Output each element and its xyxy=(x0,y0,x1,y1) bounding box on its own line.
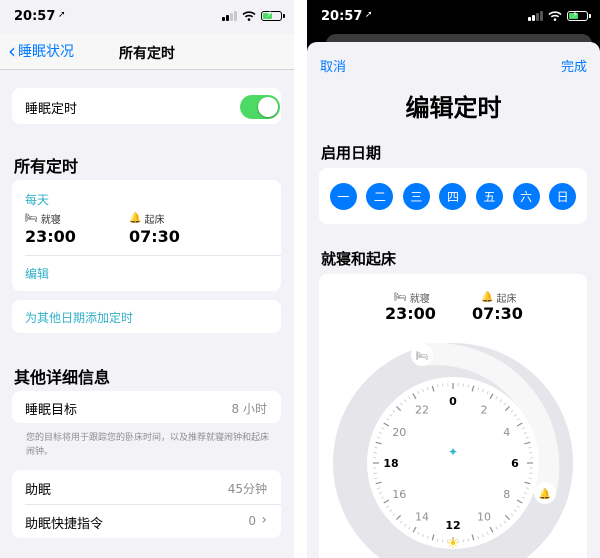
schedule-repeat: 每天 xyxy=(25,193,50,207)
schedule-card: 每天 🛏 就寝 23:00 🔔 起床 07:30 编辑 xyxy=(12,180,281,291)
active-days-heading: 启用日期 xyxy=(321,144,382,162)
signal-icon xyxy=(222,11,237,21)
sleep-goal-row[interactable]: 睡眠目标 8 小时 xyxy=(12,391,281,423)
wake-label: 起床 xyxy=(144,215,165,226)
edit-schedule-screen: 20:57 ➚ ⚡ 取消 完成 编辑定时 启用日期 一 二 三 四 五 六 日 xyxy=(307,0,600,558)
bell-icon: 🔔 xyxy=(129,213,142,224)
day-toggle-thu[interactable]: 四 xyxy=(439,182,467,210)
clock-hour-label: 12 xyxy=(445,519,460,532)
clock-hour-label: 20 xyxy=(392,426,406,439)
bedtime-wake-heading: 就寝和起床 xyxy=(321,250,397,268)
edit-schedule-button[interactable]: 编辑 xyxy=(25,265,49,282)
page-title: 所有定时 xyxy=(119,46,175,62)
wind-down-value: 45分钟 xyxy=(227,482,267,496)
battery-icon: ⚡ xyxy=(261,10,285,21)
wind-down-label: 助眠 xyxy=(25,483,52,498)
status-time: 20:57 xyxy=(14,9,56,24)
sleep-schedule-label: 睡眠定时 xyxy=(25,102,78,117)
wind-down-card: 助眠 45分钟 助眠快捷指令 0 › xyxy=(12,470,281,538)
sleep-settings-screen: 20:57 ➚ ⚡ ‹ 睡眠状况 所有定时 睡眠定时 所有定时 每天 🛏 就寝 … xyxy=(0,0,294,558)
nav-bar: ‹ 睡眠状况 所有定时 xyxy=(0,34,294,70)
sleep-schedule-toggle[interactable] xyxy=(240,95,280,119)
clock-hour-label: 6 xyxy=(511,457,519,470)
battery-icon: ⚡ xyxy=(567,10,591,21)
clock-hour-label: 14 xyxy=(415,511,429,524)
wake-value: 07:30 xyxy=(129,227,180,246)
clock-hour-label: 18 xyxy=(383,457,398,470)
sleep-schedule-row: 睡眠定时 xyxy=(12,88,281,124)
bedtime-label: 就寝 xyxy=(40,215,61,226)
day-selector: 一 二 三 四 五 六 日 xyxy=(319,168,587,224)
bedtime-value: 23:00 xyxy=(25,227,76,246)
day-toggle-fri[interactable]: 五 xyxy=(476,182,504,210)
day-toggle-wed[interactable]: 三 xyxy=(402,182,430,210)
cancel-button[interactable]: 取消 xyxy=(320,56,346,75)
status-bar: 20:57 ➚ ⚡ xyxy=(307,0,600,34)
chevron-right-icon: › xyxy=(261,512,267,528)
sleep-clock-dial[interactable]: 🛏 🔔 0 2 4 6 8 10 12 14 16 18 20 22 ✦ ☀ xyxy=(319,274,587,558)
wifi-icon xyxy=(242,11,256,21)
location-arrow-icon: ➚ xyxy=(58,10,66,20)
clock-hour-label: 2 xyxy=(481,403,488,416)
sparkle-icon: ✦ xyxy=(448,445,458,459)
clock-hour-label: 16 xyxy=(392,488,406,501)
sun-icon: ☀ xyxy=(447,536,460,552)
add-schedule-label: 为其他日期添加定时 xyxy=(25,311,134,325)
day-toggle-mon[interactable]: 一 xyxy=(329,182,357,210)
edit-schedule-sheet: 取消 完成 编辑定时 启用日期 一 二 三 四 五 六 日 就寝和起床 🛏 就寝… xyxy=(307,42,600,558)
status-bar: 20:57 ➚ ⚡ xyxy=(0,0,294,34)
clock-hour-label: 4 xyxy=(503,426,510,439)
wind-down-shortcuts-row[interactable]: 助眠快捷指令 0 › xyxy=(12,504,281,538)
clock-hour-label: 10 xyxy=(477,511,491,524)
bed-icon: 🛏 xyxy=(25,213,38,224)
clock-hour-label: 8 xyxy=(503,488,510,501)
bell-icon: 🔔 xyxy=(539,488,551,500)
other-details-heading: 其他详细信息 xyxy=(14,368,111,387)
sleep-goal-footnote: 您的目标将用于跟踪您的卧床时间，以及推荐就寝闹钟和起床闹钟。 xyxy=(26,433,270,457)
clock-hour-label: 0 xyxy=(449,395,457,408)
add-schedule-row[interactable]: 为其他日期添加定时 xyxy=(12,300,281,333)
clock-hour-label: 22 xyxy=(415,403,429,416)
wifi-icon xyxy=(548,11,562,21)
signal-icon xyxy=(528,11,543,21)
shortcuts-value: 0 xyxy=(248,514,256,528)
day-toggle-tue[interactable]: 二 xyxy=(366,182,394,210)
status-time: 20:57 xyxy=(321,9,363,24)
all-schedules-heading: 所有定时 xyxy=(14,157,79,176)
location-arrow-icon: ➚ xyxy=(365,10,373,20)
day-toggle-sun[interactable]: 日 xyxy=(549,182,577,210)
shortcuts-label: 助眠快捷指令 xyxy=(25,517,104,532)
wind-down-row[interactable]: 助眠 45分钟 xyxy=(12,470,281,504)
sheet-title: 编辑定时 xyxy=(405,94,502,122)
sleep-goal-value: 8 小时 xyxy=(231,402,267,416)
done-button[interactable]: 完成 xyxy=(561,56,587,75)
bed-icon: 🛏 xyxy=(416,351,429,362)
day-toggle-sat[interactable]: 六 xyxy=(512,182,540,210)
sleep-clock-card: 🛏 就寝 23:00 🔔 起床 07:30 🛏 🔔 0 2 4 6 8 10 1… xyxy=(319,274,587,558)
sleep-goal-label: 睡眠目标 xyxy=(25,403,78,418)
